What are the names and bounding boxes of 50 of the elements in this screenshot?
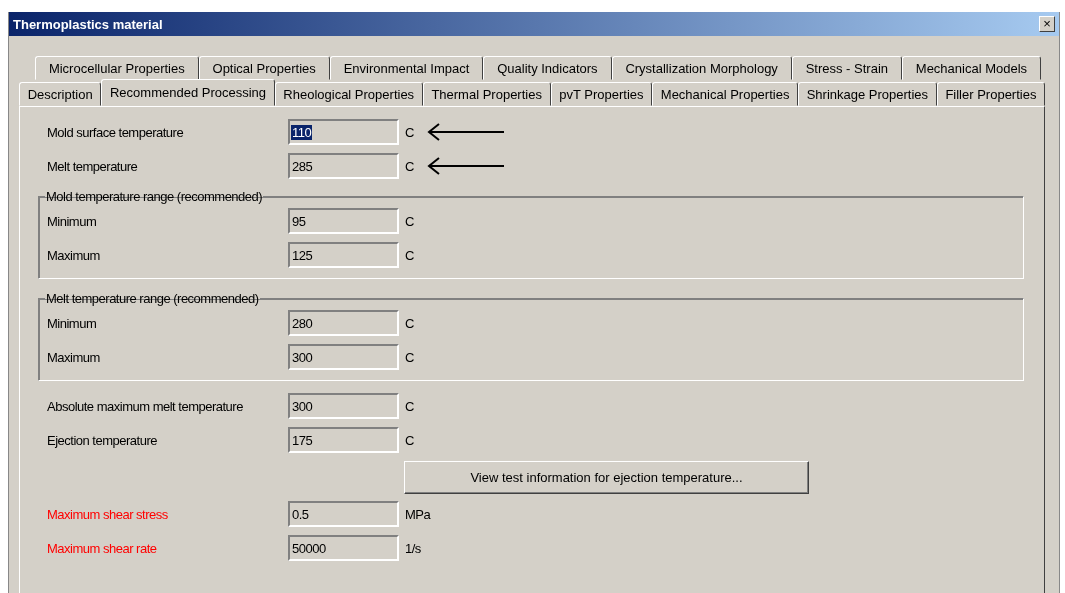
tab[interactable]: Filler Properties xyxy=(936,82,1046,106)
unit-label: MPa xyxy=(405,506,431,522)
tab[interactable]: Crystallization Morphology xyxy=(611,56,792,80)
tab[interactable]: Stress - Strain xyxy=(791,56,902,80)
input-field[interactable]: 280 xyxy=(288,310,399,336)
field-label: Maximum xyxy=(46,349,101,365)
field-label: Ejection temperature xyxy=(46,432,158,448)
tab[interactable]: Microcellular Properties xyxy=(35,56,199,80)
group-title: Melt temperature range (recommended) xyxy=(45,291,260,306)
input-field[interactable]: 125 xyxy=(288,242,399,268)
input-field[interactable]: 300 xyxy=(288,393,399,419)
field-label: Maximum shear rate xyxy=(46,540,158,556)
tab[interactable]: Quality Indicators xyxy=(483,56,612,80)
input-field[interactable]: 300 xyxy=(288,344,399,370)
field-label: Mold surface temperature xyxy=(46,124,185,140)
unit-label: C xyxy=(405,349,414,365)
field-label: Minimum xyxy=(46,213,98,229)
field-label: Maximum shear stress xyxy=(46,506,169,522)
tab[interactable]: Mechanical Models xyxy=(901,56,1041,80)
tab[interactable]: Rheological Properties xyxy=(274,82,423,106)
input-field[interactable]: 0.5 xyxy=(288,501,399,527)
input-field[interactable]: 285 xyxy=(288,153,399,179)
field-label: Melt temperature xyxy=(46,158,139,174)
tab[interactable]: Optical Properties xyxy=(198,56,330,80)
unit-label: C xyxy=(405,398,414,414)
group-title: Mold temperature range (recommended) xyxy=(45,189,264,204)
input-field[interactable]: 175 xyxy=(288,427,399,453)
input-field[interactable]: 95 xyxy=(288,208,399,234)
field-label: Minimum xyxy=(46,315,98,331)
field-label: Absolute maximum melt temperature xyxy=(46,398,244,414)
unit-label: C xyxy=(405,158,414,174)
unit-label: 1/s xyxy=(405,540,421,556)
window-title: Thermoplastics material xyxy=(13,16,163,32)
tab[interactable]: Shrinkage Properties xyxy=(798,82,937,106)
unit-label: C xyxy=(405,124,414,140)
unit-label: C xyxy=(405,247,414,263)
unit-label: C xyxy=(405,315,414,331)
input-field[interactable]: 110 xyxy=(288,119,399,145)
unit-label: C xyxy=(405,213,414,229)
unit-label: C xyxy=(405,432,414,448)
input-field[interactable]: 50000 xyxy=(288,535,399,561)
tab[interactable]: Environmental Impact xyxy=(329,56,484,80)
tab[interactable]: pvT Properties xyxy=(550,82,653,106)
tab[interactable]: Thermal Properties xyxy=(422,82,551,106)
close-button[interactable]: × xyxy=(1039,16,1055,32)
tab[interactable]: Recommended Processing xyxy=(101,79,275,106)
tab[interactable]: Mechanical Properties xyxy=(652,82,799,106)
tab[interactable]: Description xyxy=(19,82,102,106)
view-test-button[interactable]: View test information for ejection temperature... xyxy=(404,460,809,494)
field-label: Maximum xyxy=(46,247,101,263)
